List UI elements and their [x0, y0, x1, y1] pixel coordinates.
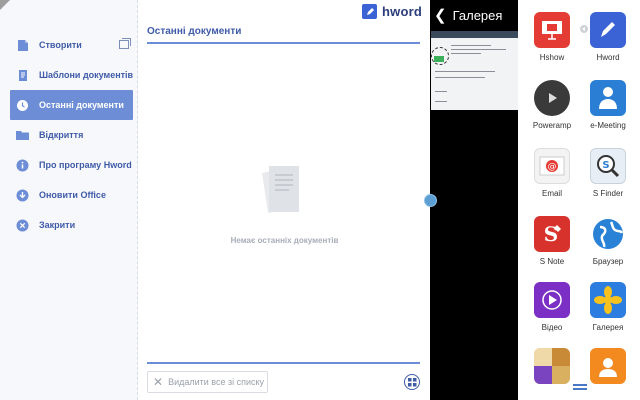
- sidebar-item-label: Оновити Office: [39, 190, 106, 200]
- split-screen-handle[interactable]: [424, 194, 437, 207]
- x-icon: ✕: [153, 375, 164, 389]
- video-icon: [534, 282, 570, 318]
- close-icon: [16, 219, 29, 232]
- app-poweramp[interactable]: Poweramp: [524, 80, 580, 130]
- svg-text:S: S: [544, 222, 558, 246]
- thumbnail-line: [435, 77, 485, 78]
- download-icon: [16, 189, 29, 202]
- thumbnail-line: [451, 53, 481, 54]
- empty-documents-icon: [259, 163, 309, 221]
- app-label: Hword: [596, 53, 620, 62]
- sidebar-item-templates[interactable]: Шаблони документів: [0, 60, 137, 90]
- sidebar-item-label: Відкриття: [39, 130, 84, 140]
- contacts-icon: [590, 348, 626, 384]
- sidebar-item-recent[interactable]: Останні документи: [10, 90, 133, 120]
- app-browser[interactable]: Браузер: [580, 216, 636, 266]
- title-divider: [147, 42, 420, 44]
- sidebar-item-close[interactable]: Закрити: [0, 210, 137, 240]
- snote-icon: S: [534, 216, 570, 252]
- app-contacts[interactable]: [580, 348, 636, 384]
- thumbnail-line: [451, 49, 506, 50]
- app-label: Відео: [541, 323, 563, 332]
- grid-icon: [407, 377, 416, 386]
- sfinder-icon: S: [590, 148, 626, 184]
- app-label: Галерея: [592, 323, 624, 332]
- sidebar-item-about[interactable]: Про програму Hword: [0, 150, 137, 180]
- app-video[interactable]: Відео: [524, 282, 580, 332]
- svg-text:S: S: [602, 160, 609, 171]
- poweramp-icon: [534, 80, 570, 116]
- partial-app-icon: [534, 348, 570, 384]
- gallery-header: ❮ Галерея: [430, 0, 518, 30]
- app-label: Hshow: [539, 53, 565, 62]
- gallery-title: Галерея: [452, 7, 503, 23]
- folder-icon: [16, 129, 29, 142]
- app-label: S Note: [539, 257, 565, 266]
- hword-icon: [590, 12, 626, 48]
- screen: Створити Шаблони документів Останні доку…: [0, 0, 640, 400]
- clear-list-button[interactable]: ✕ Видалити все зі списку: [147, 371, 268, 393]
- hword-sidebar: Створити Шаблони документів Останні доку…: [0, 0, 138, 400]
- new-window-icon[interactable]: [119, 38, 131, 49]
- recent-documents-panel: hword Останні документи Немає останніх д…: [139, 0, 430, 400]
- template-icon: [16, 69, 29, 82]
- sidebar-item-label: Останні документи: [39, 100, 124, 110]
- info-icon: [16, 159, 29, 172]
- gallery-window: ❮ Галерея: [430, 0, 519, 400]
- thumbnail-header: [431, 31, 519, 38]
- app-snote[interactable]: S S Note: [524, 216, 580, 266]
- drawer-menu-icon[interactable]: [573, 384, 587, 391]
- app-gallery[interactable]: Галерея: [580, 282, 636, 332]
- clear-list-label: Видалити все зі списку: [168, 377, 265, 387]
- app-label: Poweramp: [532, 121, 572, 130]
- app-label: S Finder: [592, 189, 624, 198]
- sidebar-item-label: Про програму Hword: [39, 160, 132, 170]
- hword-logo: hword: [362, 4, 422, 19]
- app-hword[interactable]: Hword: [580, 12, 636, 62]
- sidebar-item-update[interactable]: Оновити Office: [0, 180, 137, 210]
- thumbnail-line: [451, 45, 491, 46]
- hshow-icon: [534, 12, 570, 48]
- page-title: Останні документи: [147, 26, 242, 37]
- email-icon: @: [534, 148, 570, 184]
- sidebar-item-label: Створити: [39, 40, 82, 50]
- hword-window: Створити Шаблони документів Останні доку…: [0, 0, 430, 400]
- emeeting-icon: [590, 80, 626, 116]
- app-drawer: Hshow Hword Poweramp e-Meeting @ Email S…: [518, 0, 640, 400]
- gallery-thumbnail[interactable]: [431, 31, 519, 110]
- app-sfinder[interactable]: S S Finder: [580, 148, 636, 198]
- app-label: e-Meeting: [590, 121, 626, 130]
- back-arrow-icon[interactable]: ❮: [434, 6, 447, 24]
- app-label: Браузер: [592, 257, 624, 266]
- bottom-divider: [147, 362, 420, 364]
- document-new-icon: [16, 39, 29, 52]
- app-email[interactable]: @ Email: [524, 148, 580, 198]
- gallery-icon: [590, 282, 626, 318]
- thumbnail-line: [435, 101, 447, 102]
- empty-state-text: Немає останніх документів: [230, 236, 339, 245]
- thumbnail-line: [435, 91, 447, 92]
- app-label: Email: [541, 189, 562, 198]
- page-fold: [0, 0, 10, 10]
- browser-icon: [590, 216, 626, 252]
- app-emeeting[interactable]: e-Meeting: [580, 80, 636, 130]
- sidebar-item-open[interactable]: Відкриття: [0, 120, 137, 150]
- clock-icon: [16, 99, 29, 112]
- grid-view-button[interactable]: [404, 374, 420, 390]
- thumbnail-annotation: [431, 47, 449, 65]
- hword-logo-text: hword: [382, 4, 422, 19]
- app-hshow[interactable]: Hshow: [524, 12, 580, 62]
- pen-icon: [362, 4, 377, 19]
- svg-text:@: @: [548, 162, 557, 172]
- sidebar-item-create[interactable]: Створити: [0, 30, 137, 60]
- thumbnail-line: [435, 71, 495, 72]
- app-partial[interactable]: [524, 348, 580, 384]
- sidebar-item-label: Закрити: [39, 220, 76, 230]
- sidebar-item-label: Шаблони документів: [39, 70, 134, 80]
